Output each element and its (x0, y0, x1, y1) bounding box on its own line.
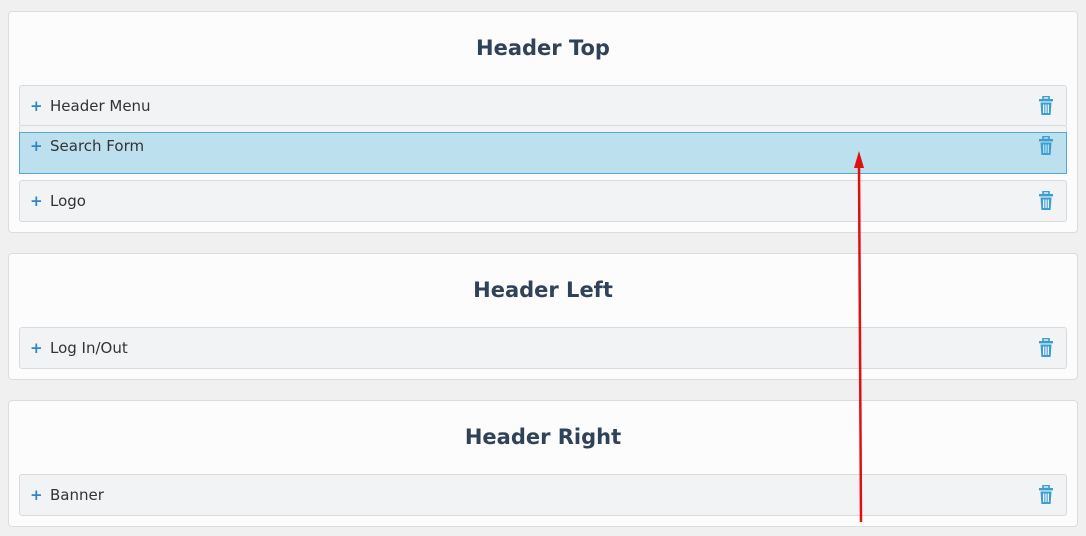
block-item-logo[interactable]: + Logo (19, 180, 1067, 222)
block-item-banner[interactable]: + Banner (19, 474, 1067, 516)
section-title: Header Right (464, 425, 622, 449)
section-title: Header Left (473, 278, 613, 302)
plus-icon[interactable]: + (30, 191, 43, 211)
section-title: Header Top (476, 36, 610, 60)
block-label: Header Menu (50, 97, 151, 115)
trash-icon[interactable] (1038, 484, 1054, 505)
block-item-search-form-dragging[interactable]: + Search Form (19, 132, 1067, 174)
block-item-log-in-out[interactable]: + Log In/Out (19, 327, 1067, 369)
trash-icon[interactable] (1038, 337, 1054, 358)
trash-icon[interactable] (1038, 190, 1054, 211)
plus-icon[interactable]: + (30, 338, 43, 358)
plus-icon[interactable]: + (30, 96, 43, 116)
trash-icon[interactable] (1038, 135, 1054, 156)
section-header-top: Header Top + Header Menu + Logo (8, 11, 1078, 233)
block-label: Search Form (50, 137, 145, 155)
section-header-left: Header Left + Log In/Out (8, 253, 1078, 380)
plus-icon[interactable]: + (30, 136, 43, 156)
block-label: Logo (50, 192, 86, 210)
trash-icon[interactable] (1038, 95, 1054, 116)
section-header-right: Header Right + Banner (8, 400, 1078, 527)
block-item-header-menu[interactable]: + Header Menu (19, 85, 1067, 127)
block-label: Banner (50, 486, 104, 504)
plus-icon[interactable]: + (30, 485, 43, 505)
layout-editor: Header Top + Header Menu + Logo + Search… (0, 0, 1086, 536)
block-label: Log In/Out (50, 339, 128, 357)
